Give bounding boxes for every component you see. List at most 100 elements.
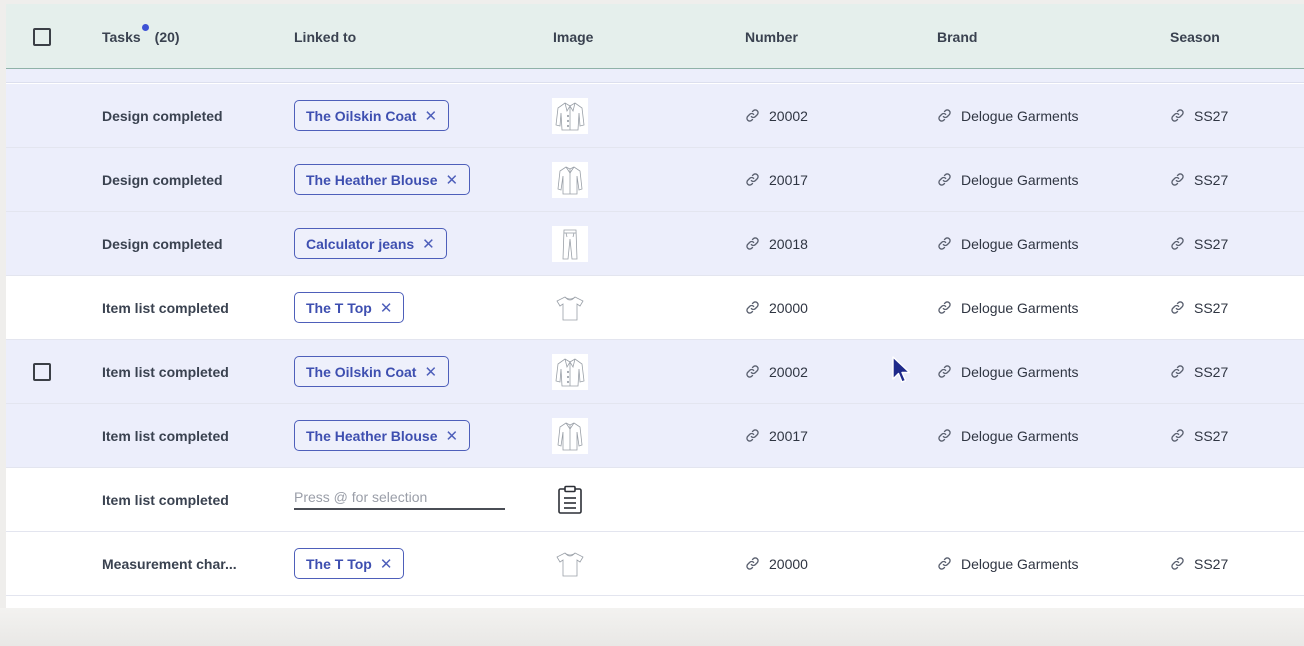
- task-name[interactable]: Item list completed: [102, 468, 229, 531]
- task-name[interactable]: Item list completed: [102, 340, 229, 403]
- table-row[interactable]: Design completed Calculator jeans ✕ 2001…: [6, 212, 1304, 276]
- header-tasks-count: (20): [154, 28, 180, 45]
- close-icon[interactable]: ✕: [422, 235, 435, 253]
- close-icon[interactable]: ✕: [424, 107, 437, 125]
- number-cell[interactable]: 20002: [745, 84, 808, 147]
- task-name[interactable]: Item list completed: [102, 404, 229, 467]
- season-cell[interactable]: SS27: [1170, 84, 1228, 147]
- link-icon: [937, 556, 952, 571]
- linked-item-label: The Oilskin Coat: [306, 363, 417, 380]
- header-number[interactable]: Number: [745, 4, 798, 69]
- select-all-checkbox[interactable]: [33, 27, 51, 46]
- brand-value: Delogue Garments: [961, 171, 1079, 188]
- tshirt-thumbnail-icon[interactable]: [552, 289, 588, 326]
- image-cell: [552, 340, 588, 403]
- tasks-table: Tasks (20) Linked to Image Number Brand S…: [6, 4, 1304, 608]
- select-all-checkbox-cell: [33, 4, 51, 69]
- blouse-thumbnail-icon[interactable]: [552, 417, 588, 454]
- task-name[interactable]: Design completed: [102, 212, 223, 275]
- linked-item-chip[interactable]: The Oilskin Coat ✕: [294, 100, 450, 131]
- brand-cell[interactable]: Delogue Garments: [937, 148, 1079, 211]
- task-name[interactable]: Design completed: [102, 148, 223, 211]
- link-icon: [937, 364, 952, 379]
- header-tasks[interactable]: Tasks (20): [102, 4, 180, 69]
- number-value: 20002: [769, 107, 808, 124]
- brand-cell[interactable]: Delogue Garments: [937, 404, 1079, 467]
- linked-item-chip[interactable]: Calculator jeans ✕: [294, 228, 447, 259]
- table-row[interactable]: Item list completed The T Top ✕ 20000 Del…: [6, 276, 1304, 340]
- table-row[interactable]: Measurement char... The T Top ✕ 20000 Del…: [6, 532, 1304, 596]
- image-cell: [552, 532, 588, 595]
- link-icon: [1170, 108, 1185, 123]
- linked-item-chip[interactable]: The T Top ✕: [294, 548, 405, 579]
- link-icon: [1170, 364, 1185, 379]
- blouse-thumbnail-icon[interactable]: [552, 161, 588, 198]
- coat-thumbnail-icon[interactable]: [552, 97, 588, 134]
- brand-value: Delogue Garments: [961, 299, 1079, 316]
- header-tasks-label: Tasks: [102, 28, 141, 45]
- brand-cell[interactable]: Delogue Garments: [937, 276, 1079, 339]
- season-cell[interactable]: SS27: [1170, 276, 1228, 339]
- number-cell[interactable]: 20000: [745, 532, 808, 595]
- linked-item-label: The Heather Blouse: [306, 171, 438, 188]
- linked-item-chip[interactable]: The Heather Blouse ✕: [294, 164, 471, 195]
- season-cell[interactable]: SS27: [1170, 340, 1228, 403]
- season-cell[interactable]: SS27: [1170, 532, 1228, 595]
- linked-to-input[interactable]: [294, 489, 505, 510]
- link-icon: [937, 108, 952, 123]
- linked-item-chip[interactable]: The T Top ✕: [294, 292, 405, 323]
- tshirt-thumbnail-icon[interactable]: [552, 545, 588, 582]
- table-row[interactable]: Design completed The Oilskin Coat ✕ 2000…: [6, 84, 1304, 148]
- image-cell: [552, 84, 588, 147]
- row-checkbox[interactable]: [33, 362, 51, 381]
- link-icon: [1170, 428, 1185, 443]
- table-row[interactable]: Design completed The Heather Blouse ✕ 20…: [6, 148, 1304, 212]
- close-icon[interactable]: ✕: [380, 555, 393, 573]
- coat-thumbnail-icon[interactable]: [552, 353, 588, 390]
- linked-item-chip[interactable]: The Oilskin Coat ✕: [294, 356, 450, 387]
- number-cell[interactable]: 20000: [745, 276, 808, 339]
- clipboard-icon[interactable]: [552, 481, 588, 518]
- header-linked-to[interactable]: Linked to: [294, 4, 356, 69]
- link-icon: [745, 236, 760, 251]
- jeans-thumbnail-icon[interactable]: [552, 225, 588, 262]
- number-cell[interactable]: 20017: [745, 148, 808, 211]
- close-icon[interactable]: ✕: [380, 299, 393, 317]
- link-icon: [1170, 300, 1185, 315]
- linked-item-chip[interactable]: The Heather Blouse ✕: [294, 420, 471, 451]
- brand-cell[interactable]: Delogue Garments: [937, 212, 1079, 275]
- table-row[interactable]: Item list completed The Heather Blouse ✕…: [6, 404, 1304, 468]
- table-row[interactable]: Item list completed: [6, 468, 1304, 532]
- number-cell[interactable]: 20018: [745, 212, 808, 275]
- season-value: SS27: [1194, 363, 1229, 380]
- image-cell: [552, 276, 588, 339]
- brand-cell[interactable]: Delogue Garments: [937, 532, 1079, 595]
- linked-item-chip-cell: Calculator jeans ✕: [294, 212, 447, 275]
- task-name[interactable]: Measurement char...: [102, 532, 237, 595]
- header-season[interactable]: Season: [1170, 4, 1220, 69]
- season-cell[interactable]: SS27: [1170, 148, 1228, 211]
- close-icon[interactable]: ✕: [445, 171, 458, 189]
- row-checkbox-cell: [33, 340, 51, 403]
- page-background: [0, 608, 1304, 646]
- number-cell[interactable]: 20002: [745, 340, 808, 403]
- unread-indicator-dot: [141, 24, 149, 31]
- link-icon: [1170, 556, 1185, 571]
- task-name[interactable]: Item list completed: [102, 276, 229, 339]
- brand-value: Delogue Garments: [961, 427, 1079, 444]
- brand-cell[interactable]: Delogue Garments: [937, 84, 1079, 147]
- close-icon[interactable]: ✕: [445, 427, 458, 445]
- table-row[interactable]: Item list completed The Oilskin Coat ✕ 2…: [6, 340, 1304, 404]
- header-brand[interactable]: Brand: [937, 4, 977, 69]
- close-icon[interactable]: ✕: [424, 363, 437, 381]
- brand-cell[interactable]: Delogue Garments: [937, 340, 1079, 403]
- number-cell[interactable]: 20017: [745, 404, 808, 467]
- link-icon: [745, 108, 760, 123]
- season-cell[interactable]: SS27: [1170, 212, 1228, 275]
- season-cell[interactable]: SS27: [1170, 404, 1228, 467]
- header-image[interactable]: Image: [553, 4, 593, 69]
- task-name[interactable]: Design completed: [102, 84, 223, 147]
- number-value: 20017: [769, 427, 808, 444]
- linked-item-label: The T Top: [306, 555, 372, 572]
- brand-value: Delogue Garments: [961, 235, 1079, 252]
